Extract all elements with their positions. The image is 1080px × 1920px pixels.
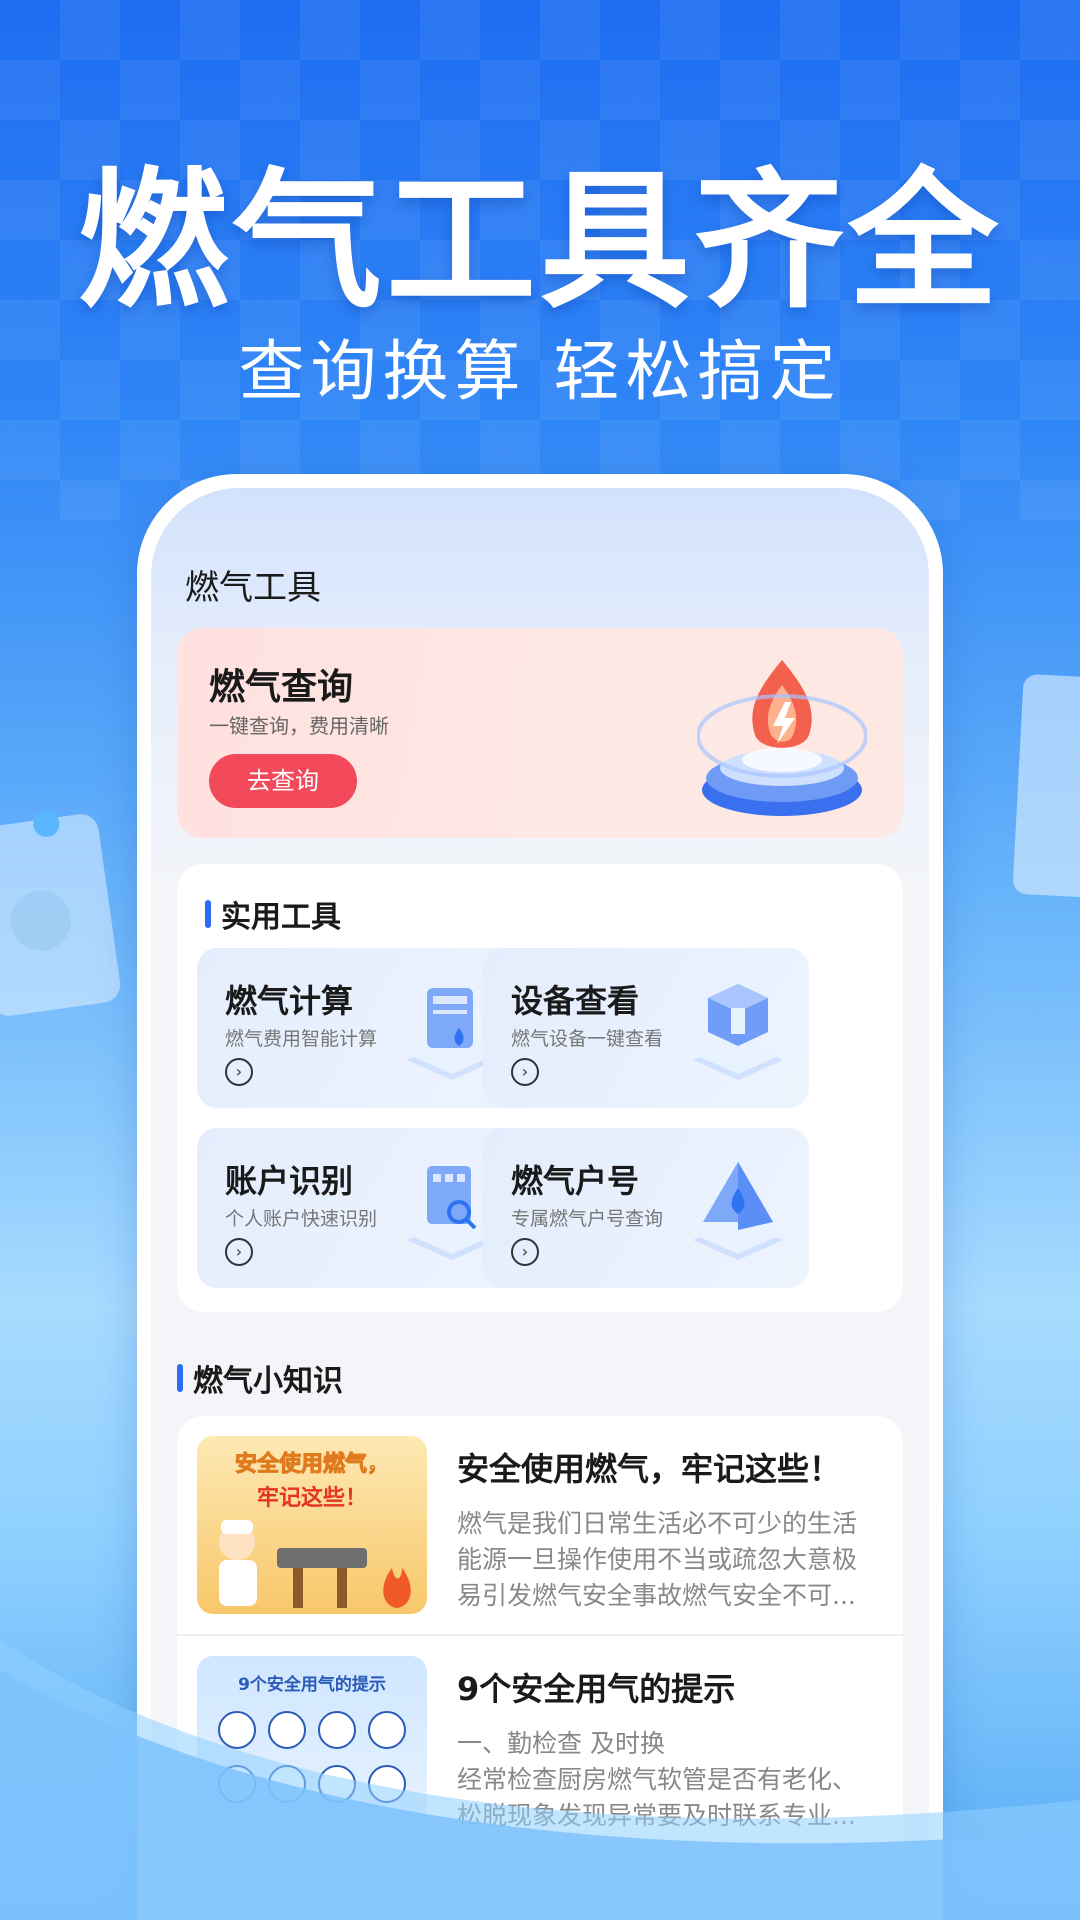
go-query-button[interactable]: 去查询: [209, 754, 357, 808]
tool-tile-device-view[interactable]: 设备查看 燃气设备一键查看 ›: [483, 948, 809, 1108]
knowledge-section-title: 燃气小知识: [193, 1364, 343, 1399]
section-accent-bar: [205, 900, 211, 928]
chevron-right-circle-icon: ›: [511, 1238, 539, 1266]
hero-title: 燃气工具齐全: [77, 155, 1002, 329]
article-title: 安全使用燃气，牢记这些！: [457, 1450, 842, 1488]
tool-tile-title: 账户识别: [225, 1162, 354, 1200]
water-drop-pyramid-icon: [693, 1162, 783, 1260]
query-card-description: 一键查询，费用清晰: [209, 714, 389, 738]
section-accent-bar: [177, 1364, 183, 1392]
decorative-note-card-right: [1012, 673, 1080, 899]
article-thumbnail: 安全使用燃气， 牢记这些！: [197, 1436, 427, 1614]
flame-platform-icon: [697, 660, 867, 816]
chevron-right-circle-icon: ›: [225, 1238, 253, 1266]
knowledge-section-header: 燃气小知识: [177, 1356, 343, 1400]
tool-tile-description: 燃气费用智能计算: [225, 1028, 378, 1050]
decorative-wave-overlay: [0, 1640, 1080, 1920]
chef-stove-illustration-icon: [219, 1520, 411, 1608]
tool-tile-description: 专属燃气户号查询: [511, 1208, 664, 1230]
tool-tile-gas-account-number[interactable]: 燃气户号 专属燃气户号查询 ›: [483, 1128, 809, 1288]
practical-tools-card: 实用工具 燃气计算 燃气费用智能计算 › 设备查看 燃气设备一键查看 › 账户识…: [177, 864, 903, 1312]
tool-tile-title: 燃气计算: [225, 982, 354, 1020]
tool-tile-title: 设备查看: [511, 982, 640, 1020]
thumb-caption: 安全使用燃气，: [234, 1452, 389, 1478]
article-summary-line: 燃气是我们日常生活必不可少的生活: [457, 1509, 858, 1538]
chevron-right-circle-icon: ›: [511, 1058, 539, 1086]
device-cube-icon: [693, 984, 783, 1080]
tools-section-header: 实用工具: [205, 892, 341, 936]
decorative-note-card: [0, 809, 123, 1019]
tool-tile-description: 燃气设备一键查看: [511, 1028, 664, 1050]
article-summary-line: 能源一旦操作使用不当或疏忽大意极: [457, 1545, 858, 1574]
tools-section-title: 实用工具: [221, 900, 341, 935]
query-card-title: 燃气查询: [209, 667, 354, 708]
tool-tile-title: 燃气户号: [511, 1162, 640, 1200]
hero-subtitle: 查询换算 轻松搞定: [238, 333, 842, 410]
chevron-right-circle-icon: ›: [225, 1058, 253, 1086]
gas-query-card[interactable]: 燃气查询 一键查询，费用清晰 去查询: [177, 628, 903, 838]
tool-tile-description: 个人账户快速识别: [225, 1208, 378, 1230]
tool-tile-account-recognize[interactable]: 账户识别 个人账户快速识别 ›: [197, 1128, 523, 1288]
page-title: 燃气工具: [185, 568, 321, 608]
cat-sticker-icon: [6, 886, 75, 955]
tool-tile-gas-calc[interactable]: 燃气计算 燃气费用智能计算 ›: [197, 948, 523, 1108]
pin-icon: [31, 809, 62, 839]
